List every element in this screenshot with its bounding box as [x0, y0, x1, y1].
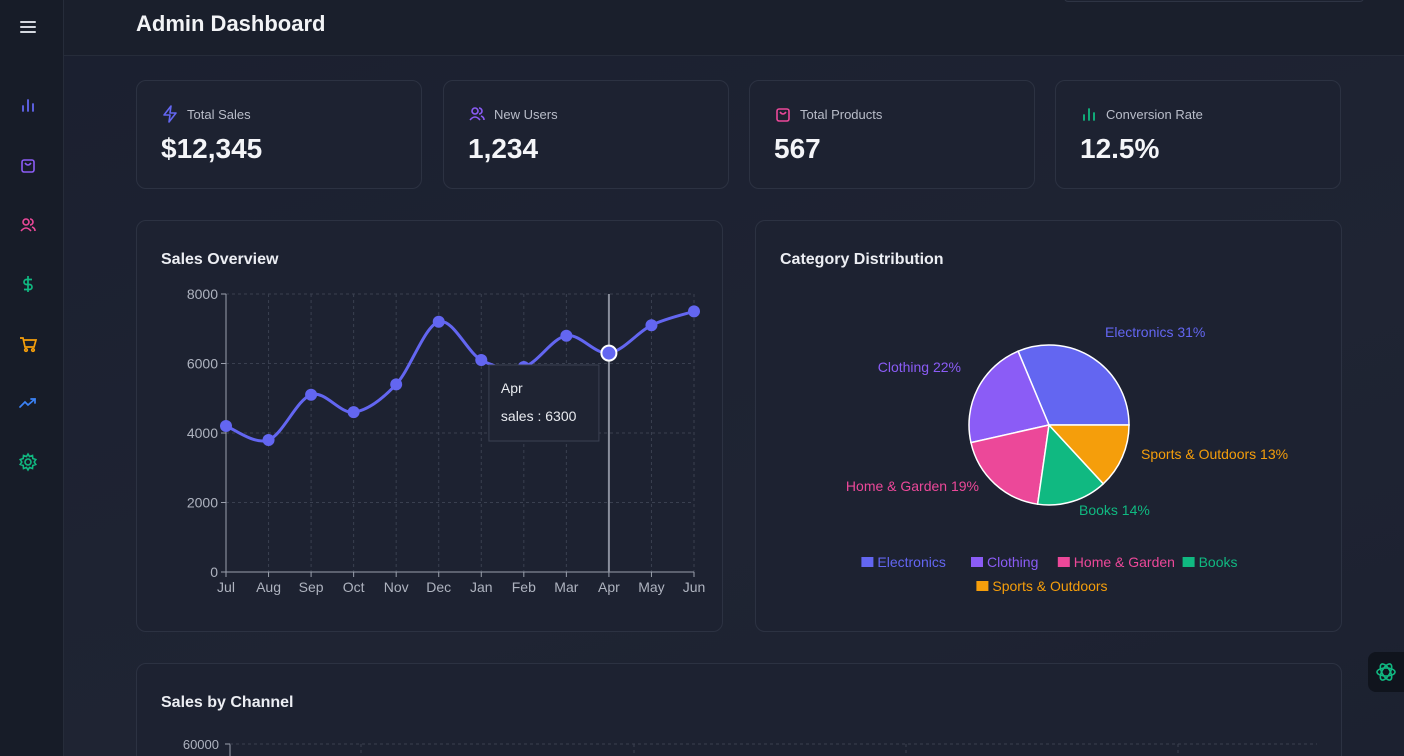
y-tick-label: 0	[210, 564, 218, 580]
legend-swatch	[1182, 557, 1195, 567]
stat-label: Conversion Rate	[1106, 106, 1203, 122]
x-tick-label: Aug	[256, 579, 281, 595]
stat-card-conversion-rate: Conversion Rate 12.5%	[1055, 80, 1341, 189]
stat-card-total-products: Total Products 567	[749, 80, 1035, 189]
legend-swatch	[1057, 557, 1070, 567]
y-tick-label: 60000	[183, 737, 219, 752]
data-point-active[interactable]	[600, 344, 618, 362]
sales-by-channel-card: Sales by Channel 60000	[136, 663, 1342, 756]
data-point[interactable]	[560, 329, 573, 342]
sales-by-channel-chart: 60000	[183, 737, 1317, 756]
legend-label[interactable]: Sports & Outdoors	[992, 578, 1107, 594]
stat-label: Total Sales	[187, 106, 251, 122]
x-tick-label: Oct	[343, 579, 365, 595]
data-point[interactable]	[432, 315, 445, 328]
openai-logo-icon	[1376, 663, 1396, 681]
sidebar	[0, 0, 64, 756]
data-point[interactable]	[688, 305, 700, 318]
legend-swatch	[976, 581, 989, 591]
legend-label[interactable]: Books	[1199, 554, 1238, 570]
trending-up-icon[interactable]	[14, 389, 42, 417]
pie-data-label: Electronics 31%	[1105, 324, 1205, 340]
header: Admin Dashboard	[64, 0, 1404, 56]
stat-label: Total Products	[800, 106, 883, 122]
data-point[interactable]	[220, 420, 232, 433]
y-tick-label: 8000	[187, 286, 218, 302]
legend-label[interactable]: Electronics	[877, 554, 945, 570]
x-tick-label: Nov	[384, 579, 409, 595]
users-icon[interactable]	[14, 211, 42, 239]
main-content: Total Sales $12,345 New Users 1,234 Tota…	[64, 56, 1404, 756]
legend-label[interactable]: Home & Garden	[1074, 554, 1175, 570]
stat-card-total-sales: Total Sales $12,345	[136, 80, 422, 189]
x-tick-label: Jun	[683, 579, 706, 595]
x-tick-label: May	[638, 579, 664, 595]
series-line-sales	[225, 309, 695, 443]
category-pie-chart[interactable]: Electronics 31% Clothing 22% Home & Garden…	[756, 221, 1343, 633]
stat-card-new-users: New Users 1,234	[443, 80, 729, 189]
cart-icon[interactable]	[14, 330, 42, 358]
sales-line-chart[interactable]: 0 2000 4000 6000 8000 Jul Aug Sep Oct Nov Dec Jan Fe…	[137, 221, 724, 633]
data-point[interactable]	[262, 433, 275, 446]
legend-label[interactable]: Clothing	[987, 554, 1038, 570]
x-tick-label: Dec	[426, 579, 451, 595]
users-icon	[469, 107, 485, 121]
menu-icon[interactable]	[14, 13, 42, 41]
x-tick-label: Jul	[217, 579, 235, 595]
pie-data-label: Sports & Outdoors 13%	[1141, 446, 1288, 462]
y-tick-label: 4000	[187, 425, 218, 441]
stat-value: 567	[774, 133, 821, 164]
shopping-bag-icon[interactable]	[14, 151, 42, 179]
pie-data-label: Home & Garden 19%	[846, 478, 979, 494]
stat-value: 1,234	[468, 133, 539, 164]
data-point[interactable]	[347, 406, 360, 419]
y-tick-label: 2000	[187, 495, 218, 511]
pie-data-label: Clothing 22%	[878, 359, 961, 375]
tooltip-value: sales : 6300	[501, 408, 577, 424]
pie-data-label: Books 14%	[1079, 502, 1150, 518]
x-tick-label: Sep	[299, 579, 324, 595]
tooltip-label: Apr	[501, 380, 523, 396]
x-tick-label: Apr	[598, 579, 620, 595]
header-search-input[interactable]	[1064, 0, 1364, 2]
data-point[interactable]	[475, 354, 488, 367]
category-distribution-card: Category Distribution Electronics 31% Clo…	[755, 220, 1342, 632]
dollar-icon[interactable]	[14, 270, 42, 298]
legend-swatch	[971, 557, 983, 567]
y-tick-label: 6000	[187, 356, 218, 372]
bar-chart-icon	[1083, 108, 1095, 121]
legend-swatch	[861, 557, 874, 567]
stat-value: $12,345	[161, 133, 263, 164]
x-tick-label: Feb	[512, 579, 536, 595]
zap-icon	[163, 105, 177, 123]
data-point[interactable]	[305, 388, 318, 401]
assistant-button[interactable]	[1368, 652, 1404, 692]
x-tick-label: Jan	[470, 579, 493, 595]
x-tick-label: Mar	[554, 579, 578, 595]
shopping-bag-icon	[776, 108, 790, 122]
settings-icon[interactable]	[14, 448, 42, 476]
page-title: Admin Dashboard	[136, 11, 326, 36]
bar-chart-icon[interactable]	[14, 91, 42, 119]
stat-label: New Users	[494, 106, 558, 122]
sales-overview-card: Sales Overview 0 2000 4000 6000 8000 Jul Aug Se…	[136, 220, 723, 632]
tooltip-box	[488, 364, 600, 442]
data-point[interactable]	[645, 319, 658, 332]
data-point[interactable]	[390, 378, 403, 391]
stat-value: 12.5%	[1080, 133, 1160, 164]
